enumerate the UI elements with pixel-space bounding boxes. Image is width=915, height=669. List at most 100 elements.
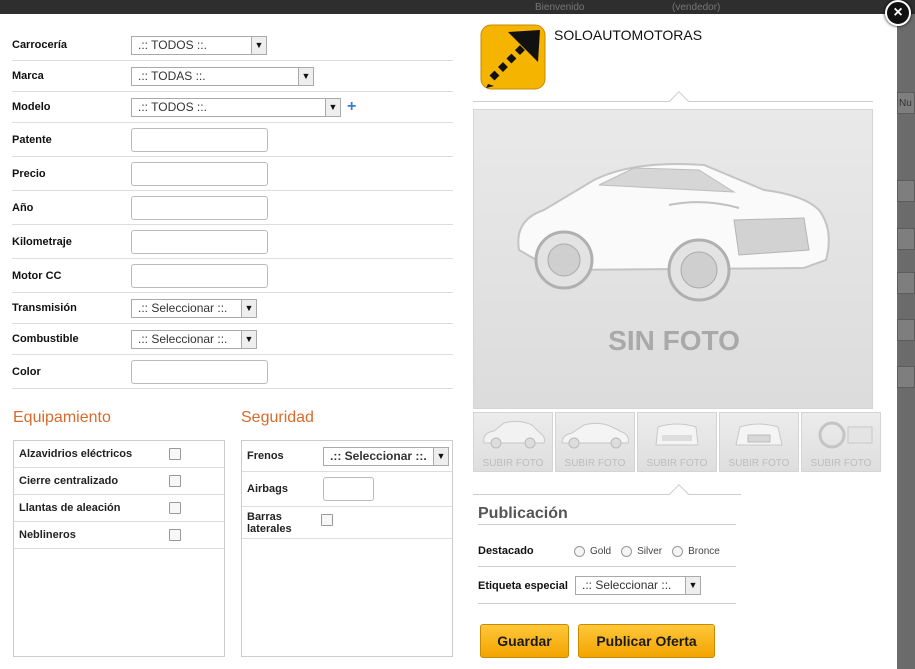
equipamiento-item: Alzavidrios eléctricos: [14, 441, 224, 468]
chevron-down-icon: ▼: [685, 577, 700, 594]
main-photo-placeholder[interactable]: SIN FOTO: [473, 109, 873, 409]
row-patente: Patente: [12, 123, 453, 157]
combustible-select[interactable]: .:: Seleccionar ::. ▼: [131, 329, 257, 349]
close-icon[interactable]: ×: [885, 0, 911, 26]
bronce-radio[interactable]: [672, 545, 684, 557]
barras-checkbox[interactable]: [321, 513, 333, 526]
upload-photo-label: SUBIR FOTO: [810, 458, 872, 469]
car-interior-icon: [818, 421, 873, 449]
divider: [473, 494, 741, 495]
color-label: Color: [12, 365, 41, 378]
anio-input[interactable]: [131, 195, 268, 220]
chevron-down-icon: ▼: [325, 98, 340, 116]
kilometraje-label: Kilometraje: [12, 235, 72, 248]
marca-select-value: .:: TODAS ::.: [138, 68, 206, 83]
row-marca: Marca .:: TODAS ::. ▼: [12, 61, 453, 92]
divider-notch: [669, 484, 689, 504]
transmision-label: Transmisión: [12, 302, 77, 314]
seguridad-title: Seguridad: [241, 409, 314, 426]
equipamiento-item-label: Alzavidrios eléctricos: [19, 448, 133, 460]
combustible-label: Combustible: [12, 333, 79, 345]
anio-label: Año: [12, 201, 34, 214]
upload-photo-label: SUBIR FOTO: [646, 458, 708, 469]
divider: [478, 524, 736, 525]
photo-thumbnails: SUBIR FOTO SUBIR FOTO SUBIR FOTO SUBIR F…: [473, 412, 881, 472]
frenos-label: Frenos: [247, 450, 284, 462]
vehicle-form: Carrocería .:: TODOS ::. ▼ Marca .:: TOD…: [12, 30, 453, 389]
frenos-select[interactable]: .:: Seleccionar ::. ▼: [323, 446, 449, 466]
barras-label: Barras laterales: [247, 510, 292, 535]
airbags-label: Airbags: [247, 483, 288, 495]
destacado-label: Destacado: [478, 545, 534, 557]
equipamiento-item: Cierre centralizado: [14, 468, 224, 495]
transmision-select[interactable]: .:: Seleccionar ::. ▼: [131, 298, 257, 318]
silver-radio[interactable]: [621, 545, 633, 557]
precio-input[interactable]: [131, 161, 268, 186]
bronce-label: Bronce: [688, 545, 720, 557]
divider-notch: [669, 91, 689, 111]
chevron-down-icon: ▼: [298, 67, 313, 85]
airbags-input[interactable]: [323, 477, 374, 501]
modelo-select[interactable]: .:: TODOS ::. ▼: [131, 97, 341, 117]
car-silhouette-icon: [517, 163, 830, 302]
chevron-down-icon: ▼: [241, 299, 256, 317]
add-modelo-plus-icon[interactable]: +: [347, 99, 356, 115]
upload-photo-slot[interactable]: SUBIR FOTO: [801, 412, 881, 472]
upload-photo-slot[interactable]: SUBIR FOTO: [719, 412, 799, 472]
gold-radio[interactable]: [574, 545, 585, 557]
upload-photo-slot[interactable]: SUBIR FOTO: [637, 412, 717, 472]
background-strip: [897, 366, 915, 388]
guardar-button[interactable]: Guardar: [480, 624, 569, 658]
background-topbar: Bienvenido (vendedor): [0, 0, 915, 14]
barras-row: Barras laterales: [242, 507, 452, 539]
sin-foto-text: SIN FOTO: [608, 325, 740, 356]
kilometraje-input[interactable]: [131, 229, 268, 254]
equipamiento-box: Alzavidrios eléctricos Cierre centraliza…: [13, 440, 225, 657]
upload-photo-label: SUBIR FOTO: [482, 458, 544, 469]
car-profile-icon: [561, 422, 629, 449]
marca-select[interactable]: .:: TODAS ::. ▼: [131, 66, 314, 86]
chevron-down-icon: ▼: [251, 36, 266, 54]
background-user-text: (vendedor): [672, 2, 721, 13]
modal-dialog: Carrocería .:: TODOS ::. ▼ Marca .:: TOD…: [0, 14, 897, 669]
neblineros-checkbox[interactable]: [169, 529, 181, 541]
upload-photo-slot[interactable]: SUBIR FOTO: [555, 412, 635, 472]
modelo-label: Modelo: [12, 101, 51, 113]
row-precio: Precio: [12, 157, 453, 191]
silver-label: Silver: [637, 545, 663, 557]
brand-name: SOLOAUTOMOTORAS: [554, 27, 703, 43]
divider: [478, 566, 736, 567]
etiqueta-label: Etiqueta especial: [478, 579, 568, 592]
frenos-select-value: .:: Seleccionar ::.: [330, 448, 427, 463]
row-modelo: Modelo .:: TODOS ::. ▼ +: [12, 92, 453, 123]
equipamiento-title: Equipamiento: [13, 409, 111, 426]
equipamiento-item-label: Neblineros: [19, 529, 76, 541]
publicacion-title: Publicación: [478, 505, 568, 522]
patente-label: Patente: [12, 133, 52, 146]
chevron-down-icon: ▼: [433, 447, 448, 465]
etiqueta-row: Etiqueta especial .:: Seleccionar ::. ▼: [478, 576, 701, 595]
chevron-down-icon: ▼: [241, 330, 256, 348]
carroceria-select[interactable]: .:: TODOS ::. ▼: [131, 35, 267, 55]
precio-label: Precio: [12, 167, 46, 180]
publicar-oferta-button[interactable]: Publicar Oferta: [578, 624, 715, 658]
patente-input[interactable]: [131, 127, 268, 152]
etiqueta-select[interactable]: .:: Seleccionar ::. ▼: [575, 576, 701, 595]
motor-input[interactable]: [131, 263, 268, 288]
upload-photo-label: SUBIR FOTO: [728, 458, 790, 469]
destacado-row: Destacado Gold Silver Bronce: [478, 545, 730, 557]
equipamiento-item: Neblineros: [14, 522, 224, 549]
car-rear-icon: [655, 423, 699, 446]
upload-photo-slot[interactable]: SUBIR FOTO: [473, 412, 553, 472]
equipamiento-item: Llantas de aleación: [14, 495, 224, 522]
background-strip: [897, 180, 915, 202]
color-input[interactable]: [131, 359, 268, 384]
alzavidrios-checkbox[interactable]: [169, 448, 181, 460]
carroceria-label: Carrocería: [12, 39, 68, 51]
cierre-checkbox[interactable]: [169, 475, 181, 487]
llantas-checkbox[interactable]: [169, 502, 181, 514]
carroceria-select-value: .:: TODOS ::.: [138, 37, 207, 52]
background-strip: [897, 228, 915, 250]
row-combustible: Combustible .:: Seleccionar ::. ▼: [12, 324, 453, 355]
modelo-select-value: .:: TODOS ::.: [138, 99, 207, 114]
